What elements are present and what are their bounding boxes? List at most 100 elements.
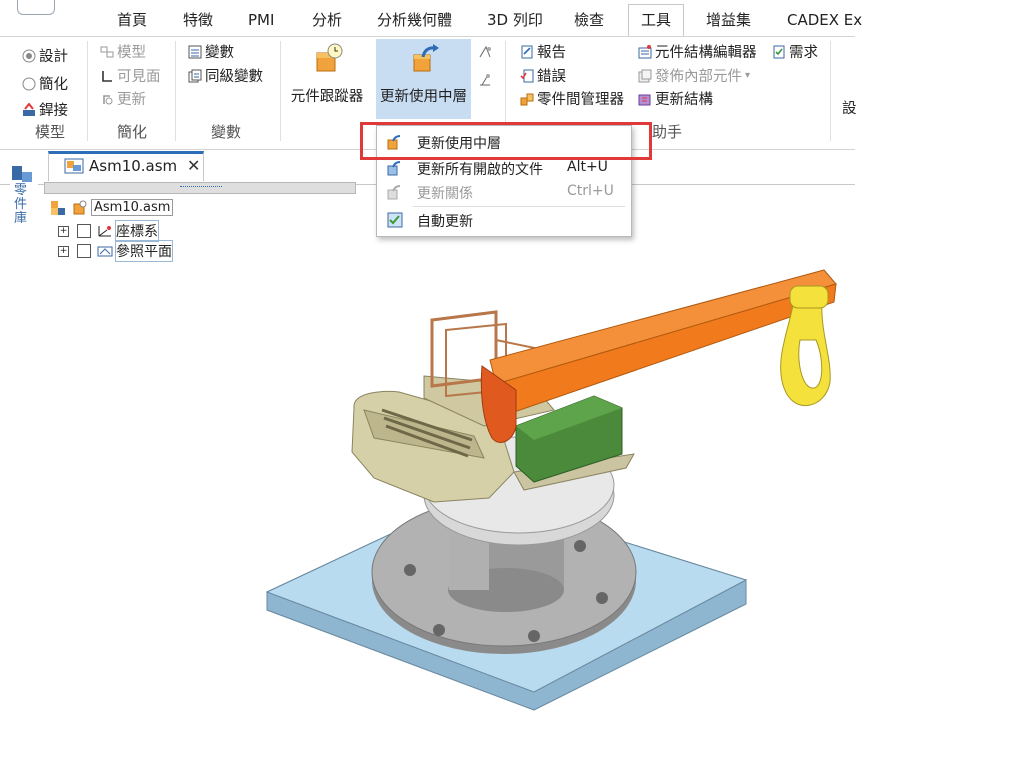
requirements-button[interactable]: 需求: [772, 41, 818, 62]
tree-item-label: 參照平面: [115, 240, 173, 262]
coordinate-system-icon: [98, 226, 111, 237]
publish-internal-label: 發佈內部元件: [655, 69, 742, 85]
visibility-checkbox[interactable]: [77, 224, 91, 238]
weld-label: 銲接: [39, 103, 68, 119]
parts-library-icon: [12, 166, 32, 182]
tree-root[interactable]: Asm10.asm: [50, 199, 174, 216]
update-structure-button[interactable]: 更新結構: [638, 88, 713, 109]
peer-variables-button[interactable]: 同級變數: [188, 65, 263, 86]
simplify-radio[interactable]: 簡化: [22, 73, 68, 94]
weld-icon: [22, 101, 36, 117]
design-label: 設計: [39, 49, 68, 65]
radio-selected-icon: [22, 49, 36, 63]
visible-faces-icon: [100, 69, 114, 83]
errors-button[interactable]: 錯誤: [520, 65, 566, 86]
menu-item-shortcut: Ctrl+U: [567, 183, 614, 199]
publish-internal-icon: [638, 69, 652, 83]
grip-handle: [180, 186, 222, 189]
menu-item-label: 更新所有開啟的文件: [417, 162, 543, 178]
component-tracker-button[interactable]: 元件跟蹤器: [287, 43, 367, 106]
drafting-icon: [478, 73, 492, 87]
parts-library-tab[interactable]: 零件庫: [14, 184, 30, 226]
peer-variables-label: 同級變數: [205, 69, 263, 85]
requirements-label: 需求: [789, 45, 818, 61]
component-tracker-label: 元件跟蹤器: [290, 89, 364, 105]
update-icon: [100, 92, 114, 106]
close-icon[interactable]: ✕: [187, 156, 200, 175]
measure-icon: [478, 45, 492, 59]
visible-faces-label: 可見面: [117, 69, 161, 85]
measure-button[interactable]: [478, 45, 492, 59]
separator: [175, 41, 176, 141]
assembly-model-render: [265, 269, 837, 711]
model-icon: [100, 45, 114, 59]
group-label-assistant: 助手: [652, 123, 683, 141]
tab-3d-print[interactable]: 3D 列印: [487, 6, 543, 36]
simplify-model-button[interactable]: 模型: [100, 41, 146, 62]
tab-addins[interactable]: 增益集: [706, 6, 751, 36]
tree-header-bar[interactable]: [44, 182, 356, 194]
part-doc-icon: [73, 200, 87, 214]
document-tab[interactable]: Asm10.asm ✕: [48, 151, 204, 181]
menu-separator: [413, 206, 625, 207]
tree-item-reference-planes[interactable]: + 參照平面: [58, 240, 173, 262]
report-label: 報告: [537, 45, 566, 61]
variables-button[interactable]: 變數: [188, 41, 234, 62]
tab-inspect[interactable]: 檢查: [574, 6, 604, 36]
visible-faces-button[interactable]: 可見面: [100, 65, 161, 86]
highlight-box: [360, 122, 652, 160]
update-active-level-icon: [411, 43, 439, 72]
auto-update-checkbox-icon: [387, 212, 403, 228]
tab-features[interactable]: 特徵: [183, 6, 213, 36]
update-structure-icon: [638, 92, 652, 106]
settings-group-partial: 設: [842, 101, 857, 117]
report-icon: [520, 45, 534, 59]
3d-viewport[interactable]: [234, 240, 902, 754]
visibility-checkbox[interactable]: [77, 244, 91, 258]
expand-icon[interactable]: +: [58, 225, 69, 237]
publish-internal-button[interactable]: 發佈內部元件 ▾: [638, 65, 750, 86]
requirements-icon: [772, 45, 786, 59]
menu-item-auto-update[interactable]: 自動更新: [377, 208, 631, 232]
simplify-update-label: 更新: [117, 92, 146, 108]
assembly-node-icon: [51, 200, 65, 215]
interpart-manager-label: 零件間管理器: [537, 92, 624, 108]
separator: [830, 41, 831, 141]
separator: [280, 41, 281, 141]
update-active-level-label: 更新使用中層: [380, 89, 467, 105]
design-radio[interactable]: 設計: [22, 45, 68, 66]
tree-item-coordinate-systems[interactable]: + 座標系: [58, 220, 159, 242]
menu-item-update-relationships[interactable]: 更新關係 Ctrl+U: [377, 180, 631, 204]
peer-variables-icon: [188, 69, 202, 83]
tab-tools[interactable]: 工具: [628, 4, 685, 37]
tab-analysis[interactable]: 分析: [312, 6, 342, 36]
update-active-level-button[interactable]: 更新使用中層: [376, 39, 471, 119]
tab-pmi[interactable]: PMI: [248, 6, 274, 36]
structure-editor-button[interactable]: 元件結構編輯器: [638, 41, 757, 62]
menu-item-shortcut: Alt+U: [567, 159, 608, 175]
errors-icon: [520, 69, 534, 83]
report-button[interactable]: 報告: [520, 41, 566, 62]
drafting-button[interactable]: [478, 73, 492, 87]
document-tab-title: Asm10.asm: [89, 157, 178, 175]
update-structure-label: 更新結構: [655, 92, 713, 108]
interpart-manager-button[interactable]: 零件間管理器: [520, 88, 624, 109]
expand-icon[interactable]: +: [58, 245, 69, 257]
group-label-variables: 變數: [211, 123, 242, 141]
reference-plane-icon: [97, 246, 113, 257]
tab-analysis-geometry[interactable]: 分析幾何體: [377, 6, 452, 36]
update-all-icon: [387, 160, 403, 176]
simplify-update-button[interactable]: 更新: [100, 88, 146, 109]
separator: [87, 41, 88, 141]
tab-home[interactable]: 首頁: [117, 6, 147, 36]
menu-item-label: 自動更新: [417, 214, 473, 230]
errors-label: 錯誤: [537, 69, 566, 85]
tree-item-label: 座標系: [115, 220, 159, 242]
structure-editor-label: 元件結構編輯器: [655, 45, 757, 61]
simplify-label: 簡化: [39, 77, 68, 93]
tab-cadex[interactable]: CADEX Ex: [787, 6, 862, 36]
simplify-model-label: 模型: [117, 45, 146, 61]
tree-root-label: Asm10.asm: [91, 199, 174, 216]
radio-icon: [22, 77, 36, 91]
weld-button[interactable]: 銲接: [22, 99, 68, 120]
